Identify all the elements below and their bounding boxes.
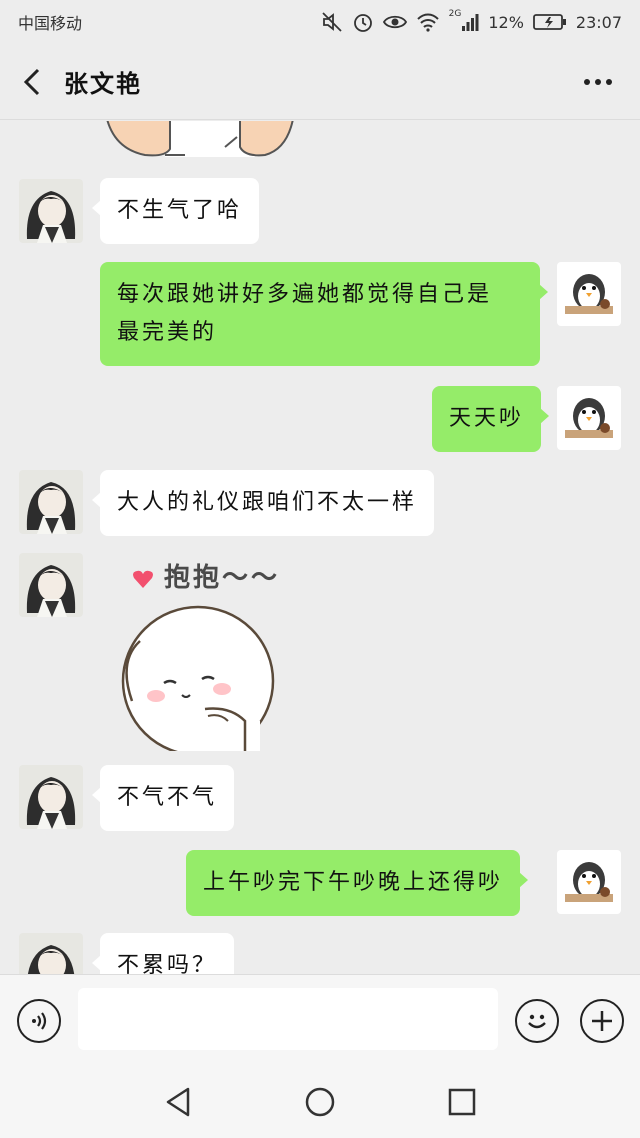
add-button[interactable] [580,999,624,1043]
voice-icon [32,1012,47,1030]
battery-percent-label: 12% [488,12,524,32]
message-text: 不累吗？ [117,953,218,974]
message-text: 大人的礼仪跟咱们不太一样 [117,490,418,515]
penguin-avatar-image [557,850,621,914]
chevron-left-icon [23,68,40,95]
wifi-icon [416,11,440,33]
message-text: 不生气了哈 [117,198,243,223]
message-bubble[interactable]: 不累吗？ [91,933,235,974]
sticker-caption: 抱抱～～ [164,563,281,593]
penguin-avatar-image [557,386,621,450]
message-input[interactable] [78,988,498,1050]
mute-icon [321,11,343,33]
emoji-icon [528,1014,546,1029]
chat-screen: 中国移动 2G 12% 23:07 张文艳 不生气了哈 每次跟她讲好多遍她都觉得… [0,0,640,1138]
message-text-line: 每次跟她讲好多遍她都觉得自己是 [117,282,493,307]
my-avatar[interactable] [557,262,621,326]
contact-avatar-image [19,765,83,829]
emoji-button[interactable] [515,999,559,1043]
sticker-message[interactable]: 抱抱～～ [110,551,300,751]
contact-avatar[interactable] [19,470,83,534]
back-button[interactable] [0,44,64,120]
message-list[interactable]: 不生气了哈 每次跟她讲好多遍她都觉得自己是 最完美的 天天吵 大人的礼仪跟咱们不… [0,121,640,974]
carrier-label: 中国移动 [18,14,83,33]
contact-avatar[interactable] [19,765,83,829]
hands-sticker [106,121,294,157]
add-icon [592,1011,612,1031]
contact-avatar-image [19,470,83,534]
chat-header: 张文艳 [0,44,640,120]
contact-avatar[interactable] [19,933,83,974]
status-icons: 2G 12% 23:07 [321,9,622,33]
voice-button[interactable] [17,999,61,1043]
more-icon-dot [606,79,612,85]
message-bubble[interactable]: 每次跟她讲好多遍她都觉得自己是 最完美的 [100,262,548,366]
eye-icon [382,11,407,33]
chat-title: 张文艳 [64,70,142,98]
input-bar [0,974,640,1066]
message-text: 天天吵 [449,406,525,431]
more-button[interactable] [578,66,618,98]
contact-avatar-image [19,553,83,617]
nav-back-button[interactable] [156,1080,200,1124]
message-text: 不气不气 [117,785,218,810]
network-type-label: 2G [448,9,462,19]
my-avatar[interactable] [557,386,621,450]
nav-home-button[interactable] [298,1080,342,1124]
signal-icon: 2G [448,9,480,32]
message-text: 上午吵完下午吵晚上还得吵 [203,870,504,895]
penguin-avatar-image [557,262,621,326]
more-icon-dot [595,79,601,85]
battery-icon [532,13,567,31]
home-circle-icon [305,1087,335,1117]
message-bubble[interactable]: 不生气了哈 [91,178,260,244]
clock-label: 23:07 [575,12,622,32]
sticker-message[interactable] [105,121,295,159]
alarm-icon [352,11,374,33]
contact-avatar[interactable] [19,553,83,617]
recents-square-icon [448,1088,476,1116]
contact-avatar[interactable] [19,179,83,243]
more-icon [584,79,590,85]
contact-avatar-image [19,933,83,974]
heart-icon [132,569,154,593]
nav-recents-button[interactable] [440,1080,484,1124]
message-text-line: 最完美的 [117,320,218,345]
message-bubble[interactable]: 不气不气 [91,765,235,831]
message-bubble[interactable]: 上午吵完下午吵晚上还得吵 [186,850,529,916]
system-nav-bar [0,1066,640,1138]
message-bubble[interactable]: 大人的礼仪跟咱们不太一样 [91,470,435,536]
hug-sticker [121,605,275,751]
my-avatar[interactable] [557,850,621,914]
status-bar: 中国移动 2G 12% 23:07 [0,0,640,44]
contact-avatar-image [19,179,83,243]
back-triangle-icon [166,1087,190,1117]
message-bubble[interactable]: 天天吵 [432,386,550,452]
